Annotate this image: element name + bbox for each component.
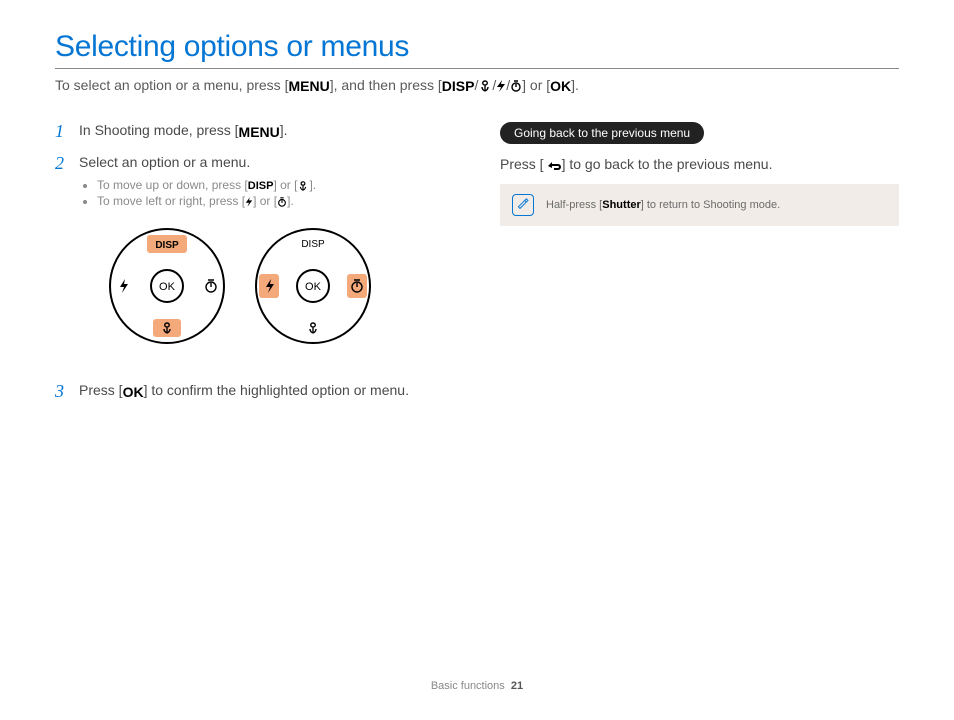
- disp-label: DISP: [301, 239, 325, 250]
- note-text: ] to return to Shooting mode.: [641, 199, 780, 211]
- menu-icon: MENU: [239, 124, 280, 140]
- timer-icon: [277, 197, 287, 207]
- bullet-text: ].: [287, 194, 294, 208]
- disp-icon: DISP: [248, 180, 274, 192]
- step-number: 1: [55, 122, 73, 140]
- flash-icon: [496, 80, 506, 92]
- ok-icon: OK: [123, 384, 144, 400]
- dial-diagram-horizontal: DISP: [249, 222, 377, 350]
- step-text: ] to confirm the highlighted option or m…: [144, 382, 409, 398]
- intro-text: ] or [: [522, 77, 550, 93]
- bullet-text: To move up or down, press [: [97, 178, 248, 192]
- step-1: 1 In Shooting mode, press [MENU].: [55, 122, 454, 140]
- intro-text: ].: [571, 77, 579, 93]
- disp-label: DISP: [155, 240, 179, 251]
- step-number: 2: [55, 154, 73, 172]
- macro-icon: [297, 181, 309, 191]
- footer-section: Basic functions: [431, 680, 505, 692]
- step-number: 3: [55, 382, 73, 400]
- step-text: In Shooting mode, press [: [79, 122, 239, 138]
- flash-icon: [245, 197, 253, 207]
- bullet: To move left or right, press [ ] or [].: [97, 194, 454, 208]
- bullet-text: ] or [: [253, 194, 277, 208]
- back-instruction: Press [ ] to go back to the previous menu…: [500, 156, 899, 172]
- page-footer: Basic functions 21: [0, 680, 954, 692]
- ok-label: OK: [159, 281, 176, 293]
- note-text: Half-press [: [546, 199, 602, 211]
- bullet: To move up or down, press [DISP] or [].: [97, 178, 454, 192]
- page-number: 21: [511, 680, 523, 692]
- left-column: 1 In Shooting mode, press [MENU]. 2 Sele…: [55, 122, 454, 414]
- section-pill: Going back to the previous menu: [500, 122, 704, 144]
- note-box: Half-press [Shutter] to return to Shooti…: [500, 184, 899, 226]
- note-text: Half-press [Shutter] to return to Shooti…: [546, 199, 780, 211]
- back-icon: [544, 160, 562, 172]
- intro-text: ], and then press [: [330, 77, 442, 93]
- ok-icon: OK: [550, 78, 571, 94]
- dial-diagrams: DISP: [103, 222, 454, 350]
- ok-label: OK: [305, 281, 322, 293]
- bullet-text: ] or [: [273, 178, 297, 192]
- title-rule: [55, 68, 899, 69]
- text: Press [: [500, 156, 544, 172]
- step-3: 3 Press [OK] to confirm the highlighted …: [55, 382, 454, 400]
- intro-text: To select an option or a menu, press [: [55, 77, 288, 93]
- text: ] to go back to the previous menu.: [562, 156, 773, 172]
- step-text: ].: [280, 122, 288, 138]
- timer-icon: [510, 80, 522, 92]
- intro-line: To select an option or a menu, press [ME…: [55, 77, 899, 94]
- bullet-text: To move left or right, press [: [97, 194, 245, 208]
- disp-icon: DISP: [442, 78, 475, 94]
- step-text: Press [: [79, 382, 123, 398]
- step-2: 2 Select an option or a menu. To move up…: [55, 154, 454, 368]
- shutter-label: Shutter: [602, 199, 641, 211]
- note-icon: [512, 194, 534, 216]
- step-2-bullets: To move up or down, press [DISP] or []. …: [79, 178, 454, 208]
- page-title: Selecting options or menus: [55, 30, 899, 64]
- bullet-text: ].: [309, 178, 316, 192]
- dial-diagram-vertical: DISP: [103, 222, 231, 350]
- macro-icon: [478, 80, 492, 92]
- manual-page: Selecting options or menus To select an …: [0, 0, 954, 720]
- right-column: Going back to the previous menu Press []…: [500, 122, 899, 414]
- menu-icon: MENU: [288, 78, 329, 94]
- step-text: Select an option or a menu.: [79, 154, 250, 170]
